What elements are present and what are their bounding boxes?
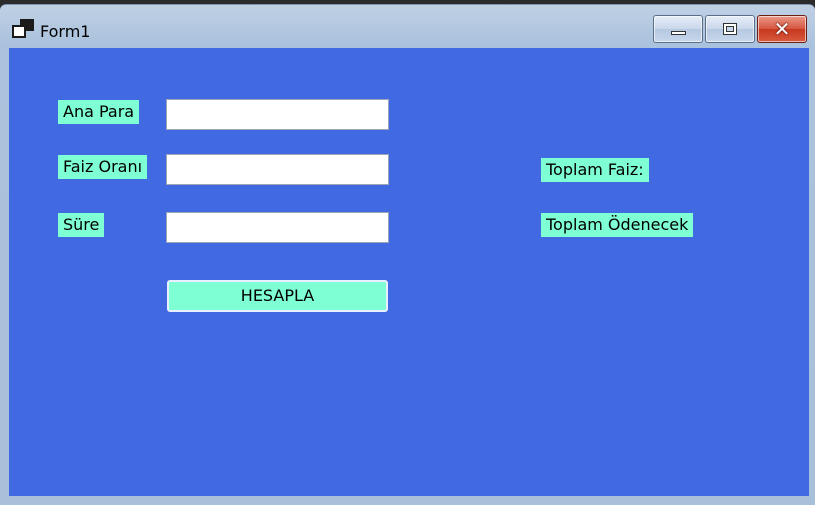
form-client-area: Ana Para Faiz Oranı Süre HESAPLA Toplam …: [9, 48, 809, 496]
duration-label: Süre: [58, 213, 105, 237]
window: Form1 ✕ Ana Para Faiz Oranı Süre HESAPLA…: [0, 0, 815, 505]
duration-input[interactable]: [166, 212, 389, 243]
total-interest-label: Toplam Faiz:: [541, 158, 649, 182]
close-button[interactable]: ✕: [757, 15, 807, 43]
window-title: Form1: [40, 22, 91, 41]
minimize-button[interactable]: [653, 15, 703, 43]
interest-rate-input[interactable]: [166, 154, 389, 185]
maximize-icon: [723, 23, 737, 35]
close-icon: ✕: [773, 17, 791, 41]
principal-label: Ana Para: [58, 100, 140, 124]
interest-rate-label: Faiz Oranı: [58, 155, 148, 179]
minimize-icon: [671, 31, 686, 35]
title-bar[interactable]: Form1 ✕: [0, 4, 815, 48]
calculate-button[interactable]: HESAPLA: [167, 280, 388, 312]
form-window-icon[interactable]: [12, 19, 34, 39]
total-payment-label: Toplam Ödenecek: [541, 213, 694, 237]
maximize-button[interactable]: [705, 15, 755, 43]
principal-input[interactable]: [166, 99, 389, 130]
